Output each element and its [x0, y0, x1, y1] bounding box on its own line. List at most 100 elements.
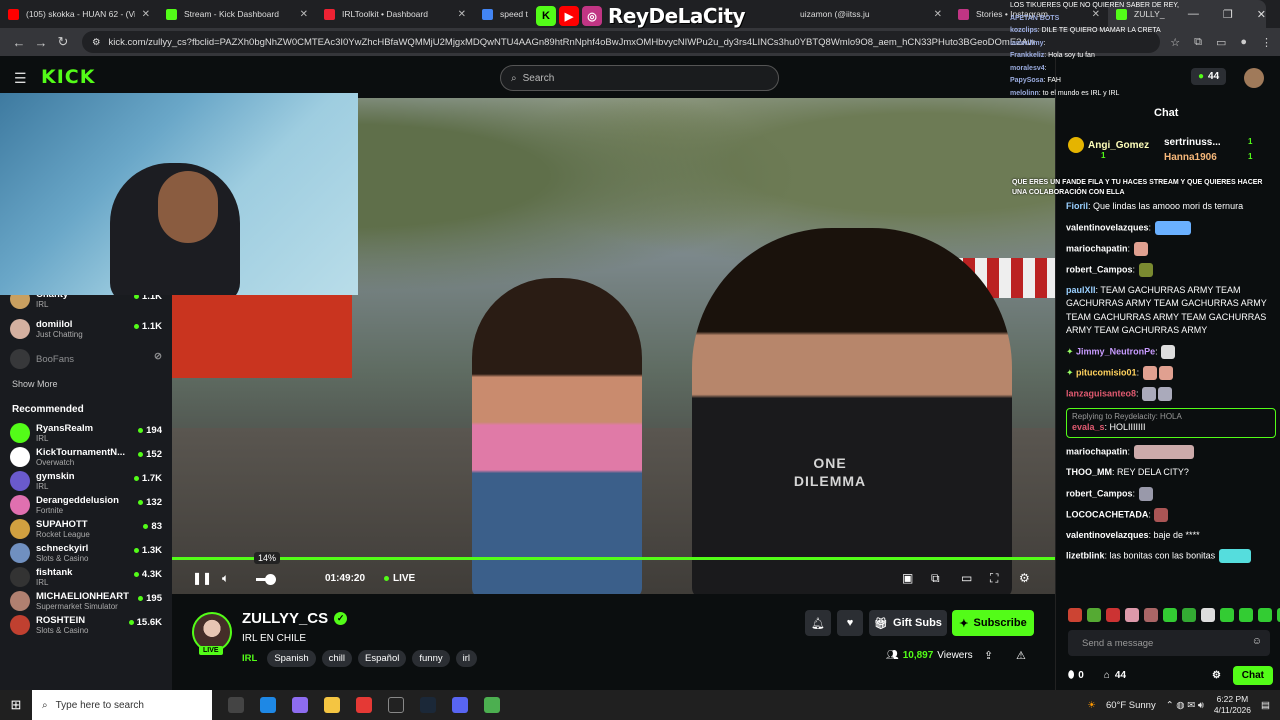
task-view-icon[interactable]: [228, 697, 244, 713]
chat-input[interactable]: Send a message ☺: [1068, 630, 1270, 656]
clip-icon[interactable]: ▣: [902, 571, 913, 585]
live-dot-icon: [384, 576, 389, 581]
tag[interactable]: Español: [358, 650, 407, 667]
channel-name: MICHAELIONHEART: [36, 590, 129, 602]
irltoolkit-icon: [324, 8, 335, 20]
chat-message: paulXII: TEAM GACHURRAS ARMY TEAM GACHUR…: [1066, 284, 1267, 336]
chrome-icon[interactable]: [356, 697, 372, 713]
kick-icon: [166, 8, 177, 20]
browser-tab[interactable]: (105) skokka - HUAN 62 - (Vid ✕: [0, 0, 158, 28]
sidebar-item-derangeddelusion[interactable]: Derangeddelusion Fortnite 132: [10, 492, 162, 518]
chat-settings-icon[interactable]: ⚙: [1212, 670, 1221, 681]
volume-icon[interactable]: 🔈︎: [222, 571, 229, 586]
close-icon[interactable]: ✕: [458, 9, 466, 20]
gift-subs-button[interactable]: 🎁︎ Gift Subs: [869, 610, 947, 636]
chat-send-button[interactable]: Chat: [1232, 666, 1273, 685]
obs-icon[interactable]: [388, 697, 404, 713]
progress-bar[interactable]: [172, 557, 1055, 560]
pip-icon[interactable]: ⧉: [931, 571, 940, 586]
emote[interactable]: [1201, 608, 1215, 622]
browser-tab[interactable]: Stream - Kick Dashboard ✕: [158, 0, 316, 28]
browser-tab[interactable]: uizamon (@iitss.ju ✕: [792, 0, 950, 28]
report-icon[interactable]: ⚠: [1016, 649, 1026, 662]
site-info-icon[interactable]: ⚙: [92, 37, 101, 48]
emote: [1138, 486, 1153, 501]
emote[interactable]: [1068, 608, 1082, 622]
theater-mode-icon[interactable]: ▭: [961, 571, 972, 585]
pause-icon[interactable]: ❚❚: [192, 571, 212, 585]
sidebar-item-roshtein[interactable]: ROSHTEIN Slots & Casino 15.6K: [10, 612, 162, 638]
copilot-icon[interactable]: [292, 697, 308, 713]
kick-logo[interactable]: KICK: [41, 66, 95, 88]
emote[interactable]: [1220, 608, 1234, 622]
tag-list: IRL Spanish chill Español funny irl: [242, 650, 478, 667]
emote[interactable]: [1144, 608, 1158, 622]
emote[interactable]: [1087, 608, 1101, 622]
forward-icon[interactable]: →: [30, 35, 52, 50]
notification-bell-button[interactable]: 🔔︎: [805, 610, 831, 636]
brand-name: ReyDeLaCity: [608, 4, 746, 28]
emote[interactable]: [1125, 608, 1139, 622]
emote[interactable]: [1258, 608, 1272, 622]
tag[interactable]: funny: [412, 650, 450, 667]
hamburger-menu-icon[interactable]: ☰: [14, 70, 27, 87]
taskbar-search[interactable]: ⌕ Type here to search: [32, 690, 212, 720]
live-indicator[interactable]: LIVE: [384, 573, 415, 584]
sidebar-item-schneckyirl[interactable]: schneckyirl Slots & Casino 1.3K: [10, 540, 162, 566]
channel-name: gymskin: [36, 470, 75, 482]
volume-knob[interactable]: [265, 574, 276, 585]
notifications-icon[interactable]: ▤: [1261, 700, 1270, 711]
steam-icon[interactable]: [420, 697, 436, 713]
emote[interactable]: [1163, 608, 1177, 622]
avatar: [10, 349, 30, 369]
close-icon[interactable]: ✕: [934, 9, 942, 20]
sidebar-item-kicktournamentn-[interactable]: KickTournamentN... Overwatch 152: [10, 444, 162, 470]
show-more-link[interactable]: Show More: [12, 379, 58, 389]
emote: [1133, 445, 1194, 459]
emote[interactable]: [1106, 608, 1120, 622]
tag[interactable]: chill: [321, 650, 353, 667]
share-icon[interactable]: ⇪: [984, 649, 993, 662]
sidebar-item-fishtank[interactable]: fishtank IRL 4.3K: [10, 564, 162, 590]
browser-tab[interactable]: IRLToolkit • Dashboard ✕: [316, 0, 474, 28]
sidebar-item-supahott[interactable]: SUPAHOTT Rocket League 83: [10, 516, 162, 542]
discord-icon[interactable]: [452, 697, 468, 713]
reload-icon[interactable]: ↻: [52, 34, 74, 50]
close-icon[interactable]: ✕: [142, 9, 150, 20]
search-icon: ⌕: [42, 699, 48, 711]
emoji-icon[interactable]: ☺: [1252, 636, 1262, 647]
windows-start-icon[interactable]: ⊞: [0, 697, 32, 713]
settings-icon[interactable]: ⚙: [1019, 571, 1030, 585]
avatar: [10, 567, 30, 587]
url-field[interactable]: ⚙ kick.com/zullyy_cs?fbclid=PAZXh0bgNhZW0…: [82, 31, 1161, 53]
tray-icons[interactable]: ⌃ ◍ ✉ 🔊︎: [1166, 700, 1204, 711]
edge-icon[interactable]: [260, 697, 276, 713]
kicks-icon[interactable]: ⬮: [1068, 670, 1074, 681]
follow-button[interactable]: ♥: [837, 610, 863, 636]
weather[interactable]: 60°F Sunny: [1106, 700, 1156, 711]
live-dot-icon: [133, 476, 139, 481]
emote[interactable]: [1239, 608, 1253, 622]
sidebar-channel[interactable]: domiilol Just Chatting 1.1K: [10, 316, 162, 342]
sidebar-item-michaelionheart[interactable]: MICHAELIONHEART Supermarket Simulator 195: [10, 588, 162, 614]
webcam-overlay: [0, 93, 358, 295]
fullscreen-icon[interactable]: ⛶: [990, 571, 998, 586]
close-icon[interactable]: ✕: [300, 9, 308, 20]
emote[interactable]: [1182, 608, 1196, 622]
sidebar-item-ryansrealm[interactable]: RyansRealm IRL 194: [10, 420, 162, 446]
streamer-name[interactable]: ZULLYY_CS: [242, 610, 328, 627]
sidebar-item-gymskin[interactable]: gymskin IRL 1.7K: [10, 468, 162, 494]
emote: [1142, 365, 1157, 380]
subscribe-button[interactable]: ✦ Subscribe: [952, 610, 1034, 636]
chrome-active-icon[interactable]: [484, 697, 500, 713]
category-link[interactable]: IRL: [242, 653, 257, 664]
clock[interactable]: 6:22 PM 4/11/2026: [1214, 694, 1251, 716]
inventory-icon[interactable]: ⌂: [1104, 670, 1110, 681]
live-dot-icon: [138, 452, 144, 457]
explorer-icon[interactable]: [324, 697, 340, 713]
tag[interactable]: Spanish: [267, 650, 316, 667]
tag[interactable]: irl: [455, 650, 478, 667]
search-input[interactable]: ⌕ Search: [500, 65, 779, 91]
back-icon[interactable]: ←: [8, 35, 30, 50]
sidebar-channel-offline[interactable]: BooFans ⊘: [10, 346, 162, 372]
